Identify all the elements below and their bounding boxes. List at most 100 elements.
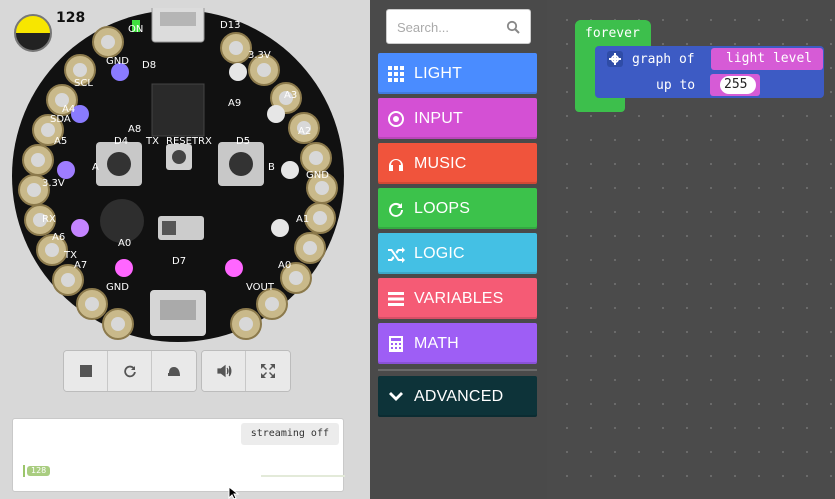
board-label: A: [92, 162, 99, 173]
search-box[interactable]: [386, 9, 531, 44]
category-label: INPUT: [414, 109, 463, 127]
circuit-playground-board[interactable]: GNDSCLA4SDAA53.3VRXA6TXA7GNDD8D13A9A8D4 T…: [10, 8, 346, 344]
settings-gear-icon[interactable]: [607, 51, 623, 67]
category-music[interactable]: MUSIC: [378, 143, 537, 184]
board-label: A2: [298, 126, 311, 137]
board-label: 3.3V: [248, 50, 271, 61]
board-label: GND: [306, 170, 329, 181]
category-light[interactable]: LIGHT: [378, 53, 537, 94]
refresh-icon: [378, 188, 414, 229]
category-label: LIGHT: [414, 64, 463, 82]
category-advanced[interactable]: ADVANCED: [378, 376, 537, 417]
board-label: A7: [74, 260, 87, 271]
shuffle-icon: [378, 233, 414, 274]
blocks-workspace[interactable]: forever graph of light level up to 255: [547, 0, 835, 499]
board-label: A3: [284, 90, 297, 101]
forever-block-label: forever: [585, 26, 640, 41]
headphones-icon: [378, 143, 414, 184]
up-to-value-field[interactable]: 255: [720, 76, 756, 94]
refresh-icon: [123, 365, 136, 378]
run-controls: [63, 350, 197, 392]
board-pad-hole: [309, 151, 323, 165]
board-label: A6: [52, 232, 65, 243]
board-pad-hole: [111, 317, 125, 331]
category-label: MATH: [414, 334, 459, 352]
board-pad-hole: [229, 41, 243, 55]
light-level-label: light level: [726, 51, 813, 66]
category-label: VARIABLES: [414, 289, 504, 307]
category-label: ADVANCED: [414, 387, 504, 405]
board-pad-hole: [101, 35, 115, 49]
slow-motion-button[interactable]: [152, 351, 196, 391]
category-loops[interactable]: LOOPS: [378, 188, 537, 229]
board-label: GND: [106, 282, 129, 293]
board-pad-hole: [41, 123, 55, 137]
speaker-icon: [216, 364, 231, 378]
board-pad-hole: [31, 153, 45, 167]
snail-icon: [168, 367, 180, 376]
board-pad-hole: [27, 183, 41, 197]
search-input[interactable]: [397, 18, 505, 36]
graph-block-label: graph of: [632, 52, 695, 67]
chevron-down-icon: [378, 376, 414, 417]
board-label: SDA: [50, 114, 71, 125]
grid-icon: [378, 53, 414, 94]
board-label: VOUT: [246, 282, 275, 293]
board-label: D4: [114, 136, 128, 147]
block-toolbox: LIGHT INPUT MUSIC LOOPS LOGIC VARIABLES MATH AD…: [370, 0, 547, 499]
category-label: LOGIC: [414, 244, 465, 262]
serial-console[interactable]: streaming off 128: [12, 418, 345, 492]
mouse-cursor-icon: [228, 486, 240, 499]
simulator-pane: GND SCL A4 SDA A5 3.3V RX A6 TX A7 GND D8 D13 A9 A8 D4 T…: [0, 0, 370, 499]
sound-button[interactable]: [202, 351, 246, 391]
fullscreen-button[interactable]: [246, 351, 290, 391]
serial-graph-line: [261, 475, 345, 477]
board-pad-hole: [45, 243, 59, 257]
target-icon: [378, 98, 414, 139]
board-label: D13: [220, 20, 240, 31]
stop-icon: [79, 365, 92, 377]
up-to-label: up to: [656, 78, 696, 93]
board-label: A5: [54, 136, 67, 147]
board-label: D5: [236, 136, 250, 147]
view-controls: [201, 350, 291, 392]
board-pad-hole: [315, 181, 329, 195]
board-pad-hole: [313, 211, 327, 225]
calculator-icon: [378, 323, 414, 364]
serial-value-badge: 128: [27, 466, 51, 476]
board-pad-hole: [85, 297, 99, 311]
board-pad-hole: [73, 63, 87, 77]
board-label: RX: [198, 136, 212, 147]
expand-icon: [261, 364, 275, 378]
board-label: TX: [145, 136, 159, 147]
board-label: RX: [42, 214, 56, 225]
board-label: A0: [278, 260, 291, 271]
stop-button[interactable]: [64, 351, 108, 391]
category-label: MUSIC: [414, 154, 467, 172]
board-label: D8: [142, 60, 156, 71]
category-math[interactable]: MATH: [378, 323, 537, 364]
streaming-toggle-button[interactable]: streaming off: [240, 423, 339, 445]
board-label: B: [268, 162, 275, 173]
board-pad-hole: [239, 317, 253, 331]
board-label: SCL: [74, 78, 93, 89]
board-label: D7: [172, 256, 186, 267]
light-level-value: 128: [56, 10, 86, 26]
category-input[interactable]: INPUT: [378, 98, 537, 139]
search-icon[interactable]: [506, 20, 520, 34]
restart-button[interactable]: [108, 351, 152, 391]
serial-graph: 128: [23, 465, 53, 477]
simulator-toolbar: [63, 350, 291, 392]
board-label: A1: [296, 214, 309, 225]
category-variables[interactable]: VARIABLES: [378, 278, 537, 319]
list-icon: [378, 278, 414, 319]
board-label: RESET: [166, 136, 199, 147]
board-label: A0: [118, 238, 131, 249]
category-logic[interactable]: LOGIC: [378, 233, 537, 274]
board-pad-hole: [289, 271, 303, 285]
light-sensor-indicator[interactable]: [14, 14, 52, 52]
board-pad-hole: [61, 273, 75, 287]
board-label: ON: [128, 24, 143, 35]
serial-graph-axis: [23, 465, 25, 477]
board-label: 3.3V: [42, 178, 65, 189]
